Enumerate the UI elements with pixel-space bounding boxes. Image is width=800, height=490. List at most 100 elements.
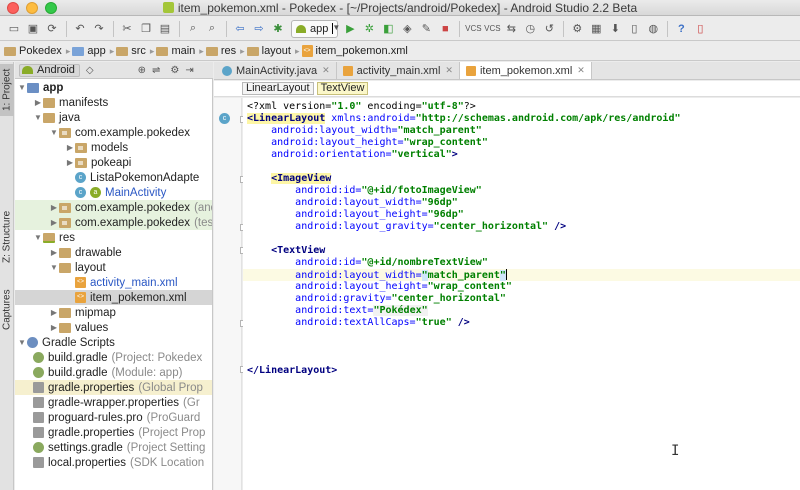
- android-icon: [22, 66, 33, 74]
- undo-icon[interactable]: ↶: [71, 20, 89, 38]
- tab-activity-main-xml[interactable]: activity_main.xml ✕: [337, 62, 460, 79]
- tree-item-gradle-properties-global[interactable]: gradle.properties (Global Prop: [15, 380, 212, 395]
- android-monitor-icon[interactable]: ▯: [691, 20, 709, 38]
- paste-icon[interactable]: ▤: [156, 20, 174, 38]
- tree-item-build-gradle-module[interactable]: build.gradle (Module: app): [15, 365, 212, 380]
- scroll-from-source-icon[interactable]: ⊕: [138, 65, 146, 76]
- debug-icon[interactable]: ✲: [360, 20, 378, 38]
- help-icon[interactable]: ?: [672, 20, 690, 38]
- tree-item-models[interactable]: ▶ models: [15, 140, 212, 155]
- code-editor[interactable]: <?xml version="1.0" encoding="utf-8"?> <…: [243, 98, 800, 490]
- code-line: android:layout_height="wrap_content": [271, 137, 488, 148]
- attach-debugger-icon[interactable]: ✎: [417, 20, 435, 38]
- avd-manager-icon[interactable]: ▯: [625, 20, 643, 38]
- project-structure-icon[interactable]: ▦: [587, 20, 605, 38]
- tree-item-gradle-wrapper-properties[interactable]: gradle-wrapper.properties (Gr: [15, 395, 212, 410]
- sync-icon[interactable]: ⟳: [43, 20, 61, 38]
- tree-item-manifests[interactable]: ▶ manifests: [15, 95, 212, 110]
- project-tool-tab[interactable]: 1: Project: [0, 64, 14, 116]
- chevron-down-icon: ▼: [332, 23, 341, 34]
- sdk-manager-icon[interactable]: ⬇: [606, 20, 624, 38]
- structure-tool-tab[interactable]: Z: Structure: [0, 202, 14, 272]
- stop-icon[interactable]: ■: [436, 20, 454, 38]
- class-icon: [222, 65, 232, 76]
- class-marker-icon[interactable]: c: [219, 113, 230, 124]
- tree-item-gradle-properties-project[interactable]: gradle.properties (Project Prop: [15, 425, 212, 440]
- title-bar: item_pokemon.xml - Pokedex - [~/Projects…: [0, 0, 800, 16]
- copy-icon[interactable]: ❐: [137, 20, 155, 38]
- tree-item-item-pokemon-xml[interactable]: <> item_pokemon.xml: [15, 290, 212, 305]
- back-icon[interactable]: ⇦: [231, 20, 249, 38]
- tree-item-package-test[interactable]: ▶ com.example.pokedex (tes: [15, 215, 212, 230]
- vcs-commit-icon[interactable]: VCS: [483, 20, 501, 38]
- nav-crumb-layout[interactable]: layout ▸: [246, 45, 300, 57]
- editor-gutter[interactable]: [214, 98, 242, 490]
- cut-icon[interactable]: ✂: [118, 20, 136, 38]
- folder-icon: [59, 247, 71, 258]
- vcs-compare-icon[interactable]: ⇆: [502, 20, 520, 38]
- tree-item-adapter-class[interactable]: c ListaPokemonAdapte: [15, 170, 212, 185]
- tree-item-build-gradle-project[interactable]: build.gradle (Project: Pokedex: [15, 350, 212, 365]
- tree-item-mainactivity[interactable]: c a MainActivity: [15, 185, 212, 200]
- project-view-select[interactable]: Android: [19, 63, 80, 77]
- project-tree: ▼ app ▶ manifests ▼ java ▼ com.example.poked…: [15, 79, 213, 490]
- tree-item-local-properties[interactable]: local.properties (SDK Location: [15, 455, 212, 470]
- vcs-update-icon[interactable]: VCS: [464, 20, 482, 38]
- tree-item-pokeapi[interactable]: ▶ pokeapi: [15, 155, 212, 170]
- profile-icon[interactable]: ◈: [398, 20, 416, 38]
- xml-file-icon: <>: [75, 292, 86, 303]
- editor-crumb-linearlayout[interactable]: LinearLayout: [242, 82, 314, 95]
- settings-icon[interactable]: ⚙: [568, 20, 586, 38]
- collapse-all-icon[interactable]: ⇌: [152, 65, 160, 76]
- tree-item-activity-main-xml[interactable]: <> activity_main.xml: [15, 275, 212, 290]
- code-line: android:orientation="vertical">: [271, 149, 458, 160]
- tree-item-layout[interactable]: ▼ layout: [15, 260, 212, 275]
- tree-item-mipmap[interactable]: ▶ mipmap: [15, 305, 212, 320]
- tree-item-package[interactable]: ▼ com.example.pokedex: [15, 125, 212, 140]
- device-monitor-icon[interactable]: ◍: [644, 20, 662, 38]
- xml-file-icon: <>: [75, 277, 86, 288]
- captures-tool-tab[interactable]: Captures: [0, 284, 14, 336]
- folder-icon: [43, 112, 55, 123]
- coverage-icon[interactable]: ◧: [379, 20, 397, 38]
- nav-crumb-file[interactable]: <> item_pokemon.xml: [301, 45, 408, 57]
- run-config-select[interactable]: app ▼: [291, 19, 341, 38]
- nav-crumb-res[interactable]: res ▸: [205, 45, 245, 57]
- nav-crumb-main[interactable]: main ▸: [156, 45, 204, 57]
- close-icon[interactable]: ✕: [322, 65, 330, 76]
- tree-item-java[interactable]: ▼ java: [15, 110, 212, 125]
- tree-item-proguard-rules[interactable]: proguard-rules.pro (ProGuard: [15, 410, 212, 425]
- tree-item-gradle-scripts[interactable]: ▼ Gradle Scripts: [15, 335, 212, 350]
- save-all-icon[interactable]: ▣: [24, 20, 42, 38]
- vcs-history-icon[interactable]: ◷: [521, 20, 539, 38]
- redo-icon[interactable]: ↷: [90, 20, 108, 38]
- tree-item-res[interactable]: ▼ res: [15, 230, 212, 245]
- gear-icon[interactable]: ⚙: [170, 65, 179, 76]
- make-project-icon[interactable]: ✱: [269, 20, 287, 38]
- res-folder-icon: [43, 232, 55, 243]
- tree-item-drawable[interactable]: ▶ drawable: [15, 245, 212, 260]
- close-icon[interactable]: ✕: [445, 65, 453, 76]
- code-line-current: android:layout_width="match_parent": [243, 269, 800, 281]
- nav-crumb-module[interactable]: app ▸: [72, 45, 114, 57]
- hide-panel-icon[interactable]: ⇥: [185, 65, 193, 76]
- forward-icon[interactable]: ⇨: [250, 20, 268, 38]
- editor-crumb-textview[interactable]: TextView: [316, 82, 369, 95]
- tree-item-app[interactable]: ▼ app: [15, 80, 212, 95]
- tree-item-package-android-test[interactable]: ▶com.example.pokedex(and: [15, 200, 212, 215]
- tree-item-settings-gradle[interactable]: settings.gradle (Project Setting: [15, 440, 212, 455]
- run-icon[interactable]: ▶: [341, 20, 359, 38]
- nav-crumb-src[interactable]: src ▸: [116, 45, 154, 57]
- find-icon[interactable]: ⌕: [184, 20, 202, 38]
- tab-item-pokemon-xml[interactable]: item_pokemon.xml ✕: [459, 62, 592, 79]
- window-title-text: item_pokemon.xml - Pokedex - [~/Projects…: [177, 1, 638, 15]
- replace-icon[interactable]: ⌕: [203, 20, 221, 38]
- tree-item-values[interactable]: ▶ values: [15, 320, 212, 335]
- tab-mainactivity-java[interactable]: MainActivity.java ✕: [216, 62, 337, 79]
- chevron-updown-icon[interactable]: ◇: [86, 65, 94, 76]
- open-folder-icon[interactable]: ▭: [5, 20, 23, 38]
- nav-crumb-project[interactable]: Pokedex ▸: [4, 45, 70, 57]
- close-icon[interactable]: ✕: [577, 65, 585, 76]
- vcs-revert-icon[interactable]: ↺: [540, 20, 558, 38]
- xml-file-icon: <>: [301, 45, 313, 57]
